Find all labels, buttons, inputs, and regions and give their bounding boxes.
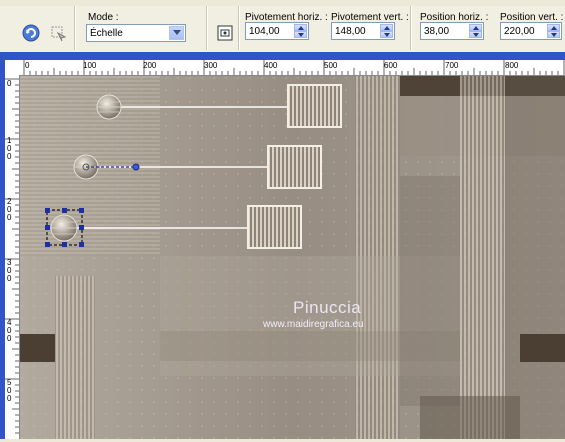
watermark-title: Pinuccia: [293, 298, 362, 317]
ruler-corner: [5, 60, 20, 76]
chevron-down-icon[interactable]: [169, 26, 184, 40]
pivot-h-stepper[interactable]: [294, 24, 307, 38]
ruler-h-label-400: 400: [264, 61, 278, 70]
pick-tool-icon[interactable]: [47, 22, 69, 44]
arrow-down-icon[interactable]: [294, 31, 307, 38]
pos-v-stepper[interactable]: [547, 24, 560, 38]
mode-value: Échelle: [90, 28, 123, 39]
arrow-down-icon[interactable]: [380, 31, 393, 38]
arrow-up-icon[interactable]: [380, 24, 393, 31]
pos-h-stepper[interactable]: [469, 24, 482, 38]
pivot-h-value: 104,00: [249, 26, 280, 37]
vertical-ruler: 0 100 200 300 400 500: [5, 75, 20, 439]
arrow-up-icon[interactable]: [294, 24, 307, 31]
ruler-v-label-400: 400: [7, 318, 12, 343]
pos-v-input[interactable]: 220,00: [500, 22, 562, 40]
pivot-icon[interactable]: [214, 22, 236, 44]
pivot-h-input[interactable]: 104,00: [245, 22, 309, 40]
ruler-v-label-300: 300: [7, 258, 12, 283]
ruler-h-label-0: 0: [25, 61, 30, 70]
ruler-h-label-100: 100: [83, 61, 97, 70]
canvas-artwork: [20, 76, 565, 439]
ruler-h-label-500: 500: [324, 61, 338, 70]
ruler-h-label-300: 300: [204, 61, 218, 70]
ruler-v-label-0: 0: [7, 79, 12, 88]
arrow-up-icon[interactable]: [469, 24, 482, 31]
image-title-bar: [0, 52, 565, 60]
horizontal-ruler: 0 100 200 300 400 500 600 700 800: [19, 60, 565, 76]
ruler-h-label-200: 200: [143, 61, 157, 70]
arrow-up-icon[interactable]: [547, 24, 560, 31]
arrow-down-icon[interactable]: [469, 31, 482, 38]
mode-label: Mode :: [88, 12, 119, 23]
ruler-v-label-500: 500: [7, 378, 12, 403]
pivot-v-input[interactable]: 148,00: [331, 22, 395, 40]
reset-icon[interactable]: [20, 22, 42, 44]
mode-select[interactable]: Échelle: [86, 24, 186, 42]
menu-strip: [0, 0, 565, 6]
pos-h-value: 38,00: [424, 26, 450, 37]
ruler-h-label-800: 800: [505, 61, 519, 70]
ruler-h-label-700: 700: [445, 61, 459, 70]
ruler-v-label-200: 200: [7, 197, 12, 222]
image-canvas[interactable]: Pinuccia www.maidiregrafica.eu: [20, 76, 565, 439]
pos-v-value: 220,00: [504, 26, 535, 37]
ruler-h-label-600: 600: [384, 61, 398, 70]
pivot-v-value: 148,00: [335, 26, 366, 37]
pivot-v-stepper[interactable]: [380, 24, 393, 38]
arrow-down-icon[interactable]: [547, 31, 560, 38]
pos-h-input[interactable]: 38,00: [420, 22, 484, 40]
tool-options-bar: Mode : Échelle Pivotement horiz. : 104,0…: [0, 0, 565, 53]
watermark-url: www.maidiregrafica.eu: [263, 319, 364, 330]
ruler-v-label-100: 100: [7, 136, 12, 161]
